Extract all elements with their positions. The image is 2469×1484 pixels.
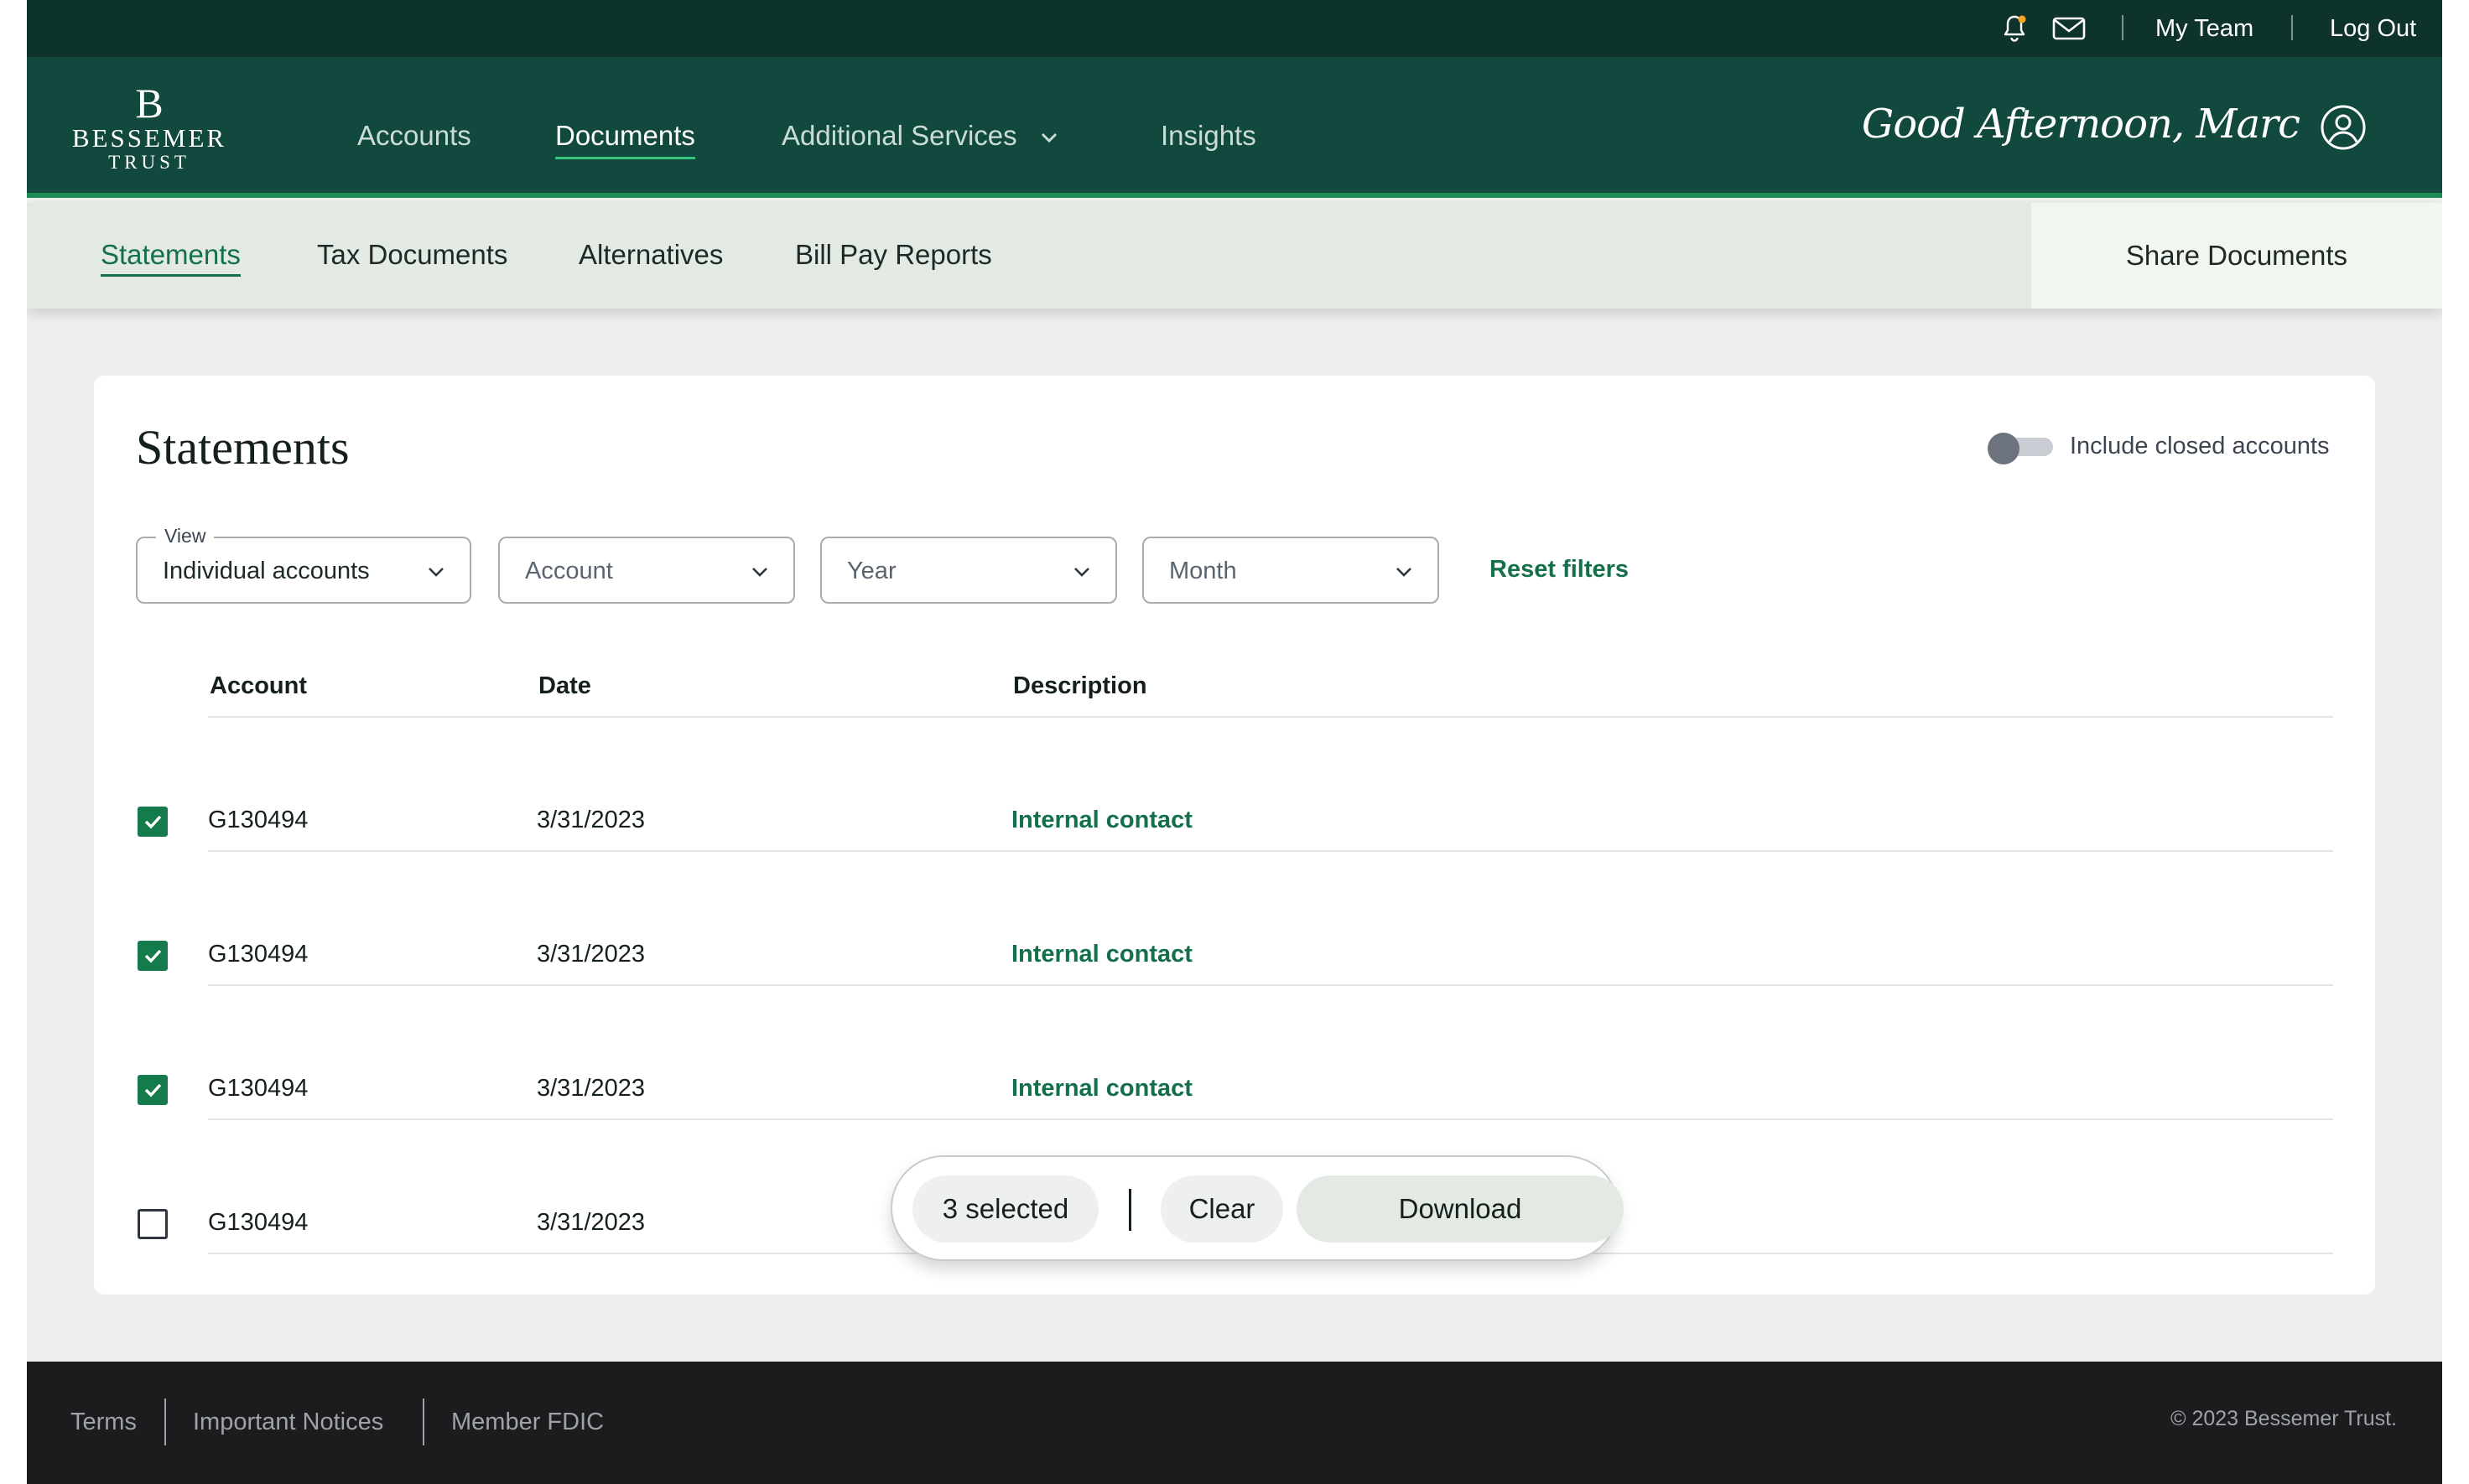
tab-statements[interactable]: Statements xyxy=(101,238,241,277)
check-icon xyxy=(144,815,162,829)
user-profile-icon[interactable] xyxy=(2320,104,2367,151)
account-cell: G130494 xyxy=(208,1209,309,1236)
member-fdic-link[interactable]: Member FDIC xyxy=(451,1405,604,1439)
share-documents-button[interactable]: Share Documents xyxy=(2031,203,2442,309)
column-header-account: Account xyxy=(210,672,307,699)
bessemer-trust-logo[interactable]: B BESSEMER TRUST xyxy=(65,82,233,174)
main-nav: B BESSEMER TRUST Accounts Documents Addi… xyxy=(27,57,2442,198)
date-cell: 3/31/2023 xyxy=(537,1209,646,1236)
clear-selection-button[interactable]: Clear xyxy=(1161,1175,1283,1243)
row-checkbox[interactable] xyxy=(138,941,168,971)
nav-accounts[interactable]: Accounts xyxy=(357,119,471,153)
view-select[interactable]: View Individual accounts xyxy=(136,523,471,604)
page-title: Statements xyxy=(136,420,350,475)
column-header-description: Description xyxy=(1013,672,1147,699)
view-select-value: Individual accounts xyxy=(163,558,370,584)
download-button[interactable]: Download xyxy=(1297,1175,1624,1243)
log-out-link[interactable]: Log Out xyxy=(2330,13,2416,44)
chevron-down-icon xyxy=(429,568,444,577)
logo-monogram: B xyxy=(135,80,164,127)
account-cell: G130494 xyxy=(208,807,309,833)
chevron-down-icon xyxy=(1041,133,1057,143)
row-checkbox[interactable] xyxy=(138,807,168,837)
view-select-label: View xyxy=(156,523,215,548)
logo-name: BESSEMER xyxy=(71,123,227,153)
app-frame: My Team Log Out B BESSEMER TRUST Account… xyxy=(27,0,2442,1484)
table-row: G130494 3/31/2023 Internal contact xyxy=(94,718,2375,852)
footer-divider xyxy=(423,1398,424,1445)
utility-bar: My Team Log Out xyxy=(27,0,2442,57)
nav-documents[interactable]: Documents xyxy=(555,119,695,159)
important-notices-link[interactable]: Important Notices xyxy=(193,1405,383,1439)
chevron-down-icon xyxy=(1074,568,1089,577)
date-cell: 3/31/2023 xyxy=(537,1075,646,1102)
include-closed-accounts-label: Include closed accounts xyxy=(2070,433,2330,459)
terms-link[interactable]: Terms xyxy=(70,1405,137,1439)
column-header-date: Date xyxy=(538,672,591,699)
table-row: G130494 3/31/2023 Internal contact xyxy=(94,852,2375,986)
year-select-placeholder: Year xyxy=(847,558,897,584)
selected-count: 3 selected xyxy=(912,1175,1099,1243)
copyright-text: © 2023 Bessemer Trust. xyxy=(2170,1407,2397,1430)
month-select-placeholder: Month xyxy=(1169,558,1237,584)
mail-icon[interactable] xyxy=(2051,13,2087,44)
tab-bill-pay-reports[interactable]: Bill Pay Reports xyxy=(795,238,992,272)
nav-insights[interactable]: Insights xyxy=(1161,119,1256,153)
toggle-knob xyxy=(1988,433,2019,464)
utility-divider xyxy=(2291,15,2293,40)
action-bar-divider xyxy=(1129,1189,1131,1231)
month-select[interactable]: Month xyxy=(1142,537,1439,604)
account-select[interactable]: Account xyxy=(498,537,795,604)
footer-divider xyxy=(164,1398,166,1445)
logo-subname: TRUST xyxy=(108,152,190,173)
row-checkbox[interactable] xyxy=(138,1075,168,1105)
selection-action-bar: 3 selected Clear Download xyxy=(891,1155,1624,1261)
check-icon xyxy=(144,949,162,963)
include-closed-accounts-toggle[interactable] xyxy=(1988,433,2053,464)
greeting-text: Good Afternoon, Marc xyxy=(1861,101,2300,148)
description-link[interactable]: Internal contact xyxy=(1011,939,1193,969)
check-icon xyxy=(144,1083,162,1097)
footer: Terms Important Notices Member FDIC © 20… xyxy=(27,1362,2442,1484)
chevron-down-icon xyxy=(1396,568,1411,577)
date-cell: 3/31/2023 xyxy=(537,807,646,833)
account-cell: G130494 xyxy=(208,941,309,968)
table-row: G130494 3/31/2023 Internal contact xyxy=(94,986,2375,1120)
chevron-down-icon xyxy=(752,568,767,577)
reset-filters-link[interactable]: Reset filters xyxy=(1489,553,1629,585)
tab-tax-documents[interactable]: Tax Documents xyxy=(317,238,507,272)
nav-additional-services[interactable]: Additional Services xyxy=(782,119,1062,153)
row-checkbox[interactable] xyxy=(138,1209,168,1239)
utility-divider xyxy=(2122,15,2123,40)
date-cell: 3/31/2023 xyxy=(537,941,646,968)
tab-alternatives[interactable]: Alternatives xyxy=(579,238,723,272)
description-link[interactable]: Internal contact xyxy=(1011,1073,1193,1103)
my-team-link[interactable]: My Team xyxy=(2155,13,2253,44)
account-cell: G130494 xyxy=(208,1075,309,1102)
documents-subnav: Statements Tax Documents Alternatives Bi… xyxy=(27,203,2442,309)
description-link[interactable]: Internal contact xyxy=(1011,805,1193,835)
bell-icon[interactable] xyxy=(1999,13,2030,44)
nav-additional-services-label: Additional Services xyxy=(782,120,1017,151)
account-select-placeholder: Account xyxy=(525,558,613,584)
year-select[interactable]: Year xyxy=(820,537,1117,604)
